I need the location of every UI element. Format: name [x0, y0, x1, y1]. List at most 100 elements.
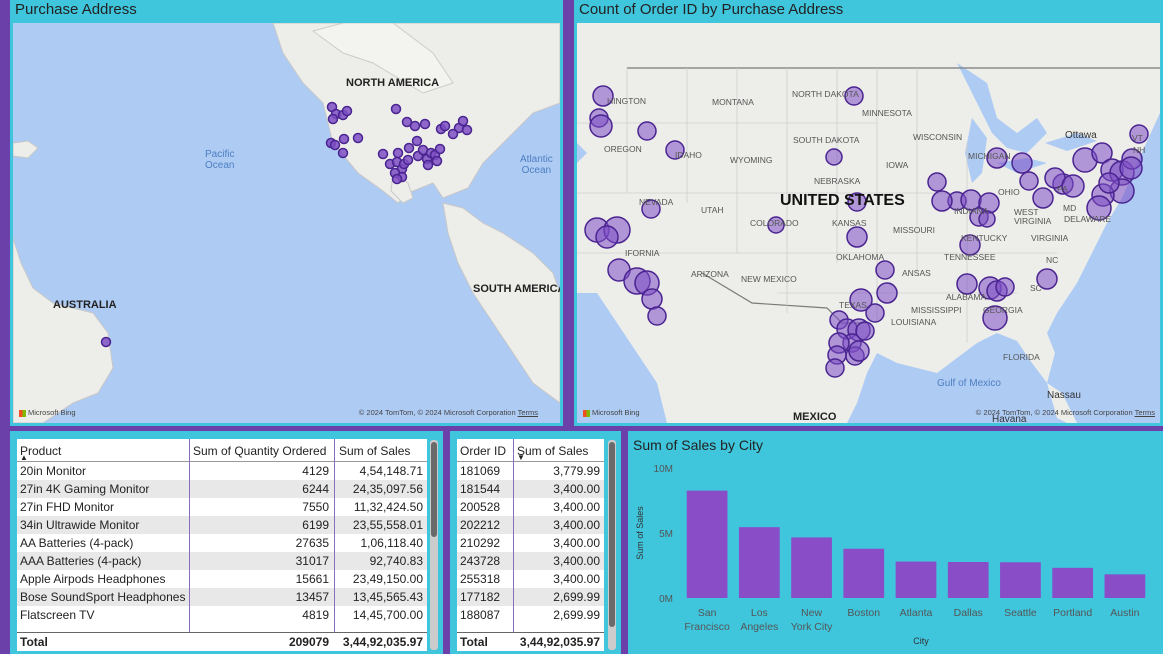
table-cell: 3,400.00: [553, 554, 600, 568]
state-label: ALABAMA: [946, 292, 987, 302]
location-bubble[interactable]: [1011, 152, 1033, 174]
bar[interactable]: [738, 527, 780, 598]
location-bubble[interactable]: [595, 225, 619, 249]
location-bubble[interactable]: [846, 226, 868, 248]
location-bubble[interactable]: [341, 105, 353, 117]
location-bubble[interactable]: [647, 306, 667, 326]
location-bubble[interactable]: [589, 114, 613, 138]
location-bubble[interactable]: [411, 135, 423, 147]
location-bubble[interactable]: [931, 190, 953, 212]
table-row[interactable]: AAA Batteries (4-pack) 31017 92,740.83: [17, 552, 427, 570]
location-bubble[interactable]: [848, 340, 870, 362]
location-bubble[interactable]: [402, 154, 414, 166]
table-row[interactable]: 181544 3,400.00: [457, 480, 604, 498]
order-count-map-visual[interactable]: Count of Order ID by Purchase Address UN…: [574, 0, 1163, 426]
column-header-sales[interactable]: Sum of Sales: [339, 444, 410, 458]
location-bubble[interactable]: [329, 139, 341, 151]
location-bubble[interactable]: [825, 148, 843, 166]
location-bubble[interactable]: [327, 113, 339, 125]
sort-descending-icon[interactable]: ▼: [517, 453, 525, 462]
location-bubble[interactable]: [637, 121, 657, 141]
purchase-address-map-visual[interactable]: Purchase Address NORTH AMERICA Pacific Oc…: [10, 0, 563, 426]
location-bubble[interactable]: [431, 155, 443, 167]
table-row[interactable]: 202212 3,400.00: [457, 516, 604, 534]
location-bubble[interactable]: [403, 142, 415, 154]
table-row[interactable]: 27in FHD Monitor 7550 11,32,424.50: [17, 498, 427, 516]
table-row[interactable]: 255318 3,400.00: [457, 570, 604, 588]
location-bubble[interactable]: [390, 103, 402, 115]
bar[interactable]: [1000, 562, 1041, 598]
state-label: IDAHO: [675, 150, 702, 160]
table-row[interactable]: Bose SoundSport Headphones 13457 13,45,565…: [17, 588, 427, 606]
location-bubble[interactable]: [1032, 187, 1054, 209]
order-table[interactable]: Order ID Sum of Sales ▼ 181069 3,779.99 18…: [457, 439, 604, 651]
table-row[interactable]: 27in 4K Gaming Monitor 6244 24,35,097.56: [17, 480, 427, 498]
location-bubble[interactable]: [825, 358, 845, 378]
bar[interactable]: [1052, 567, 1094, 598]
table-cell: AAA Batteries (4-pack): [20, 554, 142, 568]
table-row[interactable]: 188087 2,699.99: [457, 606, 604, 624]
total-sales: 3,44,92,035.97: [342, 635, 423, 649]
table-row[interactable]: 20in Monitor 4129 4,54,148.71: [17, 462, 427, 480]
location-bubble[interactable]: [419, 118, 431, 130]
location-bubble[interactable]: [391, 173, 403, 185]
table-row[interactable]: 177182 2,699.99: [457, 588, 604, 606]
location-bubble[interactable]: [927, 172, 947, 192]
bar[interactable]: [686, 490, 728, 598]
location-bubble[interactable]: [352, 132, 364, 144]
order-table-visual[interactable]: Order ID Sum of Sales ▼ 181069 3,779.99 18…: [450, 431, 621, 654]
vertical-scrollbar[interactable]: [430, 440, 438, 650]
location-bubble[interactable]: [956, 273, 978, 295]
location-bubble[interactable]: [439, 120, 451, 132]
bar-chart[interactable]: 0M 5M 10M Sum of Sales San Francisco Los Angele…: [631, 434, 1160, 651]
location-bubble[interactable]: [434, 143, 446, 155]
location-bubble[interactable]: [422, 159, 434, 171]
table-row[interactable]: 34in Ultrawide Monitor 6199 23,55,558.01: [17, 516, 427, 534]
location-bubble[interactable]: [876, 282, 898, 304]
scrollbar-thumb[interactable]: [431, 442, 437, 537]
location-bubble[interactable]: [855, 321, 875, 341]
location-bubble[interactable]: [457, 115, 469, 127]
location-bubble[interactable]: [338, 133, 350, 145]
location-bubble[interactable]: [1119, 156, 1143, 180]
column-header-sales[interactable]: Sum of Sales: [517, 444, 588, 458]
table-cell: 210292: [460, 536, 501, 550]
sort-ascending-icon[interactable]: ▲: [20, 453, 28, 462]
location-bubble[interactable]: [409, 120, 421, 132]
table-row[interactable]: 200528 3,400.00: [457, 498, 604, 516]
location-bubble[interactable]: [377, 148, 389, 160]
column-header-quantity[interactable]: Sum of Quantity Ordered: [193, 444, 326, 458]
bar[interactable]: [843, 548, 885, 598]
scrollbar-thumb[interactable]: [609, 442, 615, 627]
product-table-visual[interactable]: Product ▲ Sum of Quantity Ordered Sum of…: [10, 431, 443, 654]
location-bubble[interactable]: [100, 336, 112, 348]
location-bubble[interactable]: [1098, 172, 1120, 194]
table-row[interactable]: Flatscreen TV 4819 14,45,700.00: [17, 606, 427, 624]
table-row[interactable]: AA Batteries (4-pack) 27635 1,06,118.40: [17, 534, 427, 552]
terms-link[interactable]: Terms: [1135, 408, 1155, 417]
location-bubble[interactable]: [865, 303, 885, 323]
terms-link[interactable]: Terms: [518, 408, 538, 417]
bar[interactable]: [791, 537, 832, 598]
bar[interactable]: [947, 561, 989, 598]
location-bubble[interactable]: [641, 288, 663, 310]
location-bubble[interactable]: [461, 124, 473, 136]
table-row[interactable]: 243728 3,400.00: [457, 552, 604, 570]
location-bubble[interactable]: [875, 260, 895, 280]
location-bubble[interactable]: [392, 147, 404, 159]
bar[interactable]: [1104, 574, 1146, 598]
us-map[interactable]: UNITED STATES MEXICO Gulf of Mexico Nass…: [577, 23, 1160, 423]
location-bubble[interactable]: [447, 128, 459, 140]
location-bubble[interactable]: [995, 277, 1015, 297]
sales-by-city-chart-visual[interactable]: Sum of Sales by City 0M 5M 10M Sum of Sales…: [628, 431, 1163, 654]
world-map[interactable]: NORTH AMERICA Pacific Ocean Atlantic Ocean…: [13, 23, 560, 423]
table-row[interactable]: Apple Airpods Headphones 15661 23,49,150.0…: [17, 570, 427, 588]
table-row[interactable]: 210292 3,400.00: [457, 534, 604, 552]
bar[interactable]: [895, 561, 937, 598]
location-bubble[interactable]: [337, 147, 349, 159]
vertical-scrollbar[interactable]: [608, 440, 616, 650]
table-row[interactable]: 181069 3,779.99: [457, 462, 604, 480]
column-header-order-id[interactable]: Order ID: [460, 444, 506, 458]
location-bubble[interactable]: [1019, 171, 1039, 191]
product-table[interactable]: Product ▲ Sum of Quantity Ordered Sum of…: [17, 439, 427, 651]
